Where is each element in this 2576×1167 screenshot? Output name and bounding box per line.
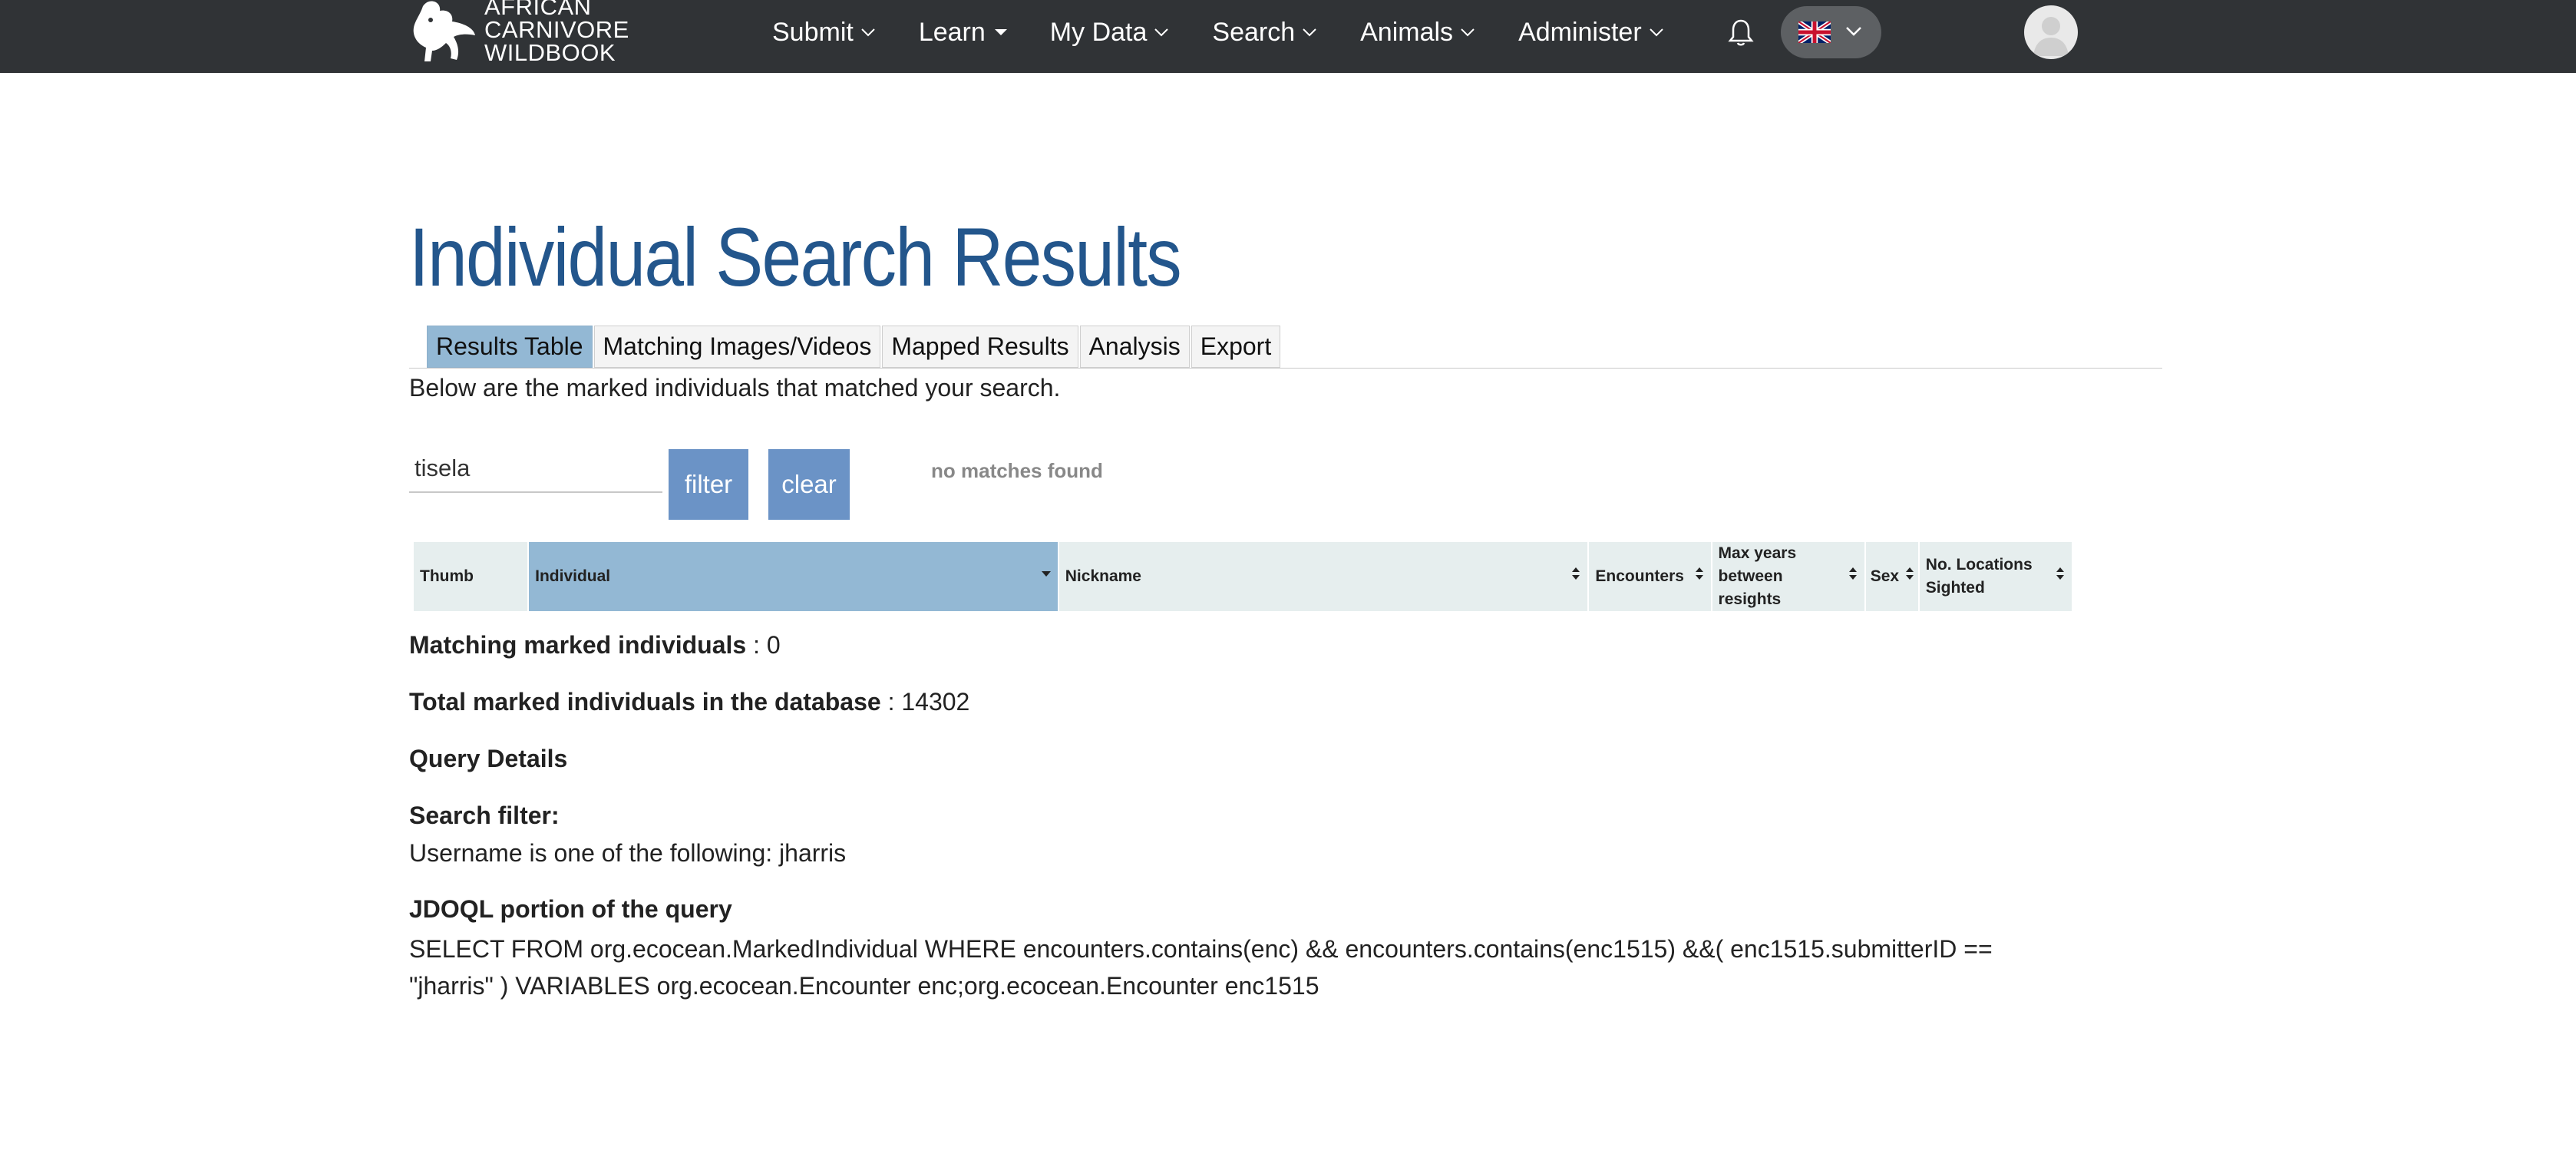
clear-button[interactable]: clear [768, 449, 850, 520]
nav-search-label: Search [1212, 17, 1296, 47]
table-header-row: Thumb Individual Nickname Encounters Max… [414, 542, 2072, 611]
sort-desc-icon [1041, 571, 1051, 577]
search-filter-heading: Search filter: [409, 802, 560, 829]
sort-both-icon [1572, 567, 1580, 580]
user-silhouette-icon [2033, 17, 2069, 56]
nav-my-data[interactable]: My Data [1050, 18, 1170, 48]
column-header-sex[interactable]: Sex [1865, 542, 1918, 611]
filter-button[interactable]: filter [669, 449, 748, 520]
column-label: Individual [535, 567, 611, 585]
page-title: Individual Search Results [409, 210, 1182, 303]
column-header-individual[interactable]: Individual [529, 542, 1058, 611]
main-menu: Submit Learn My Data Search Animals Admi… [772, 0, 1707, 64]
filter-input[interactable] [409, 445, 662, 493]
column-header-nickname[interactable]: Nickname [1058, 542, 1588, 611]
nav-my-data-label: My Data [1049, 17, 1148, 47]
chevron-down-icon [1649, 28, 1663, 37]
total-count: Total marked individuals in the database… [409, 688, 969, 716]
results-tabs: Results Table Matching Images/Videos Map… [427, 326, 1282, 368]
caret-down-icon [994, 29, 1007, 35]
column-label: No. Locations Sighted [1925, 556, 2033, 597]
column-label: Encounters [1595, 567, 1684, 585]
sort-both-icon [1695, 567, 1703, 580]
filter-status: no matches found [931, 459, 1103, 482]
search-filter-text: Username is one of the following: jharri… [409, 839, 847, 867]
brand-line-2: CARNIVORE [484, 16, 629, 43]
matching-count-value: : 0 [746, 631, 781, 659]
results-table: Thumb Individual Nickname Encounters Max… [412, 542, 2073, 611]
user-avatar[interactable] [2024, 5, 2078, 59]
column-header-max-years[interactable]: Max years between resights [1712, 542, 1864, 611]
carnivore-silhouette-icon [413, 1, 475, 62]
column-header-thumb: Thumb [414, 542, 528, 611]
language-selector[interactable] [1781, 6, 1881, 58]
chevron-down-icon [1461, 28, 1475, 37]
column-header-locations[interactable]: No. Locations Sighted [1919, 542, 2072, 611]
wildbook-logo[interactable]: AFRICAN CARNIVORE WILDBOOK [409, 0, 639, 71]
intro-text: Below are the marked individuals that ma… [409, 374, 1061, 402]
brand-name: AFRICAN CARNIVORE WILDBOOK [484, 0, 629, 64]
matching-count-label: Matching marked individuals [409, 631, 747, 659]
jdoql-heading: JDOQL portion of the query [409, 895, 732, 923]
tab-export[interactable]: Export [1191, 326, 1281, 368]
sort-both-icon [2056, 567, 2064, 580]
chevron-down-icon [1303, 28, 1316, 37]
nav-animals-label: Animals [1360, 17, 1454, 47]
sort-both-icon [1905, 567, 1914, 580]
total-count-value: : 14302 [880, 688, 970, 716]
jdoql-text: SELECT FROM org.ecocean.MarkedIndividual… [409, 935, 1993, 1000]
notification-bell-icon[interactable] [1727, 17, 1755, 48]
nav-learn-label: Learn [918, 17, 986, 47]
uk-flag-icon [1798, 21, 1831, 43]
tabs-divider [409, 368, 2162, 369]
chevron-down-icon [861, 28, 875, 37]
top-navbar: AFRICAN CARNIVORE WILDBOOK Submit Learn … [0, 0, 2576, 73]
chevron-down-icon [1154, 28, 1169, 37]
nav-administer-label: Administer [1518, 17, 1642, 47]
matching-count: Matching marked individuals : 0 [409, 631, 781, 660]
column-label: Sex [1870, 567, 1900, 585]
brand-line-3: WILDBOOK [484, 39, 616, 66]
column-label: Max years between resights [1718, 544, 1797, 608]
nav-animals[interactable]: Animals [1360, 18, 1475, 48]
sort-both-icon [1848, 567, 1857, 580]
tab-results-table[interactable]: Results Table [427, 326, 593, 368]
chevron-down-icon [1846, 27, 1861, 36]
column-label: Nickname [1065, 567, 1141, 585]
tab-mapped-results[interactable]: Mapped Results [882, 326, 1078, 368]
nav-submit[interactable]: Submit [772, 18, 876, 48]
nav-submit-label: Submit [772, 17, 854, 47]
nav-learn[interactable]: Learn [919, 18, 1007, 48]
tab-analysis[interactable]: Analysis [1079, 326, 1190, 368]
column-header-encounters[interactable]: Encounters [1589, 542, 1711, 611]
query-details-heading: Query Details [409, 745, 568, 772]
nav-administer[interactable]: Administer [1518, 18, 1664, 48]
column-label: Thumb [420, 567, 474, 585]
nav-search[interactable]: Search [1212, 18, 1317, 48]
tab-matching-images-videos[interactable]: Matching Images/Videos [593, 326, 881, 368]
total-count-label: Total marked individuals in the database [409, 688, 881, 716]
